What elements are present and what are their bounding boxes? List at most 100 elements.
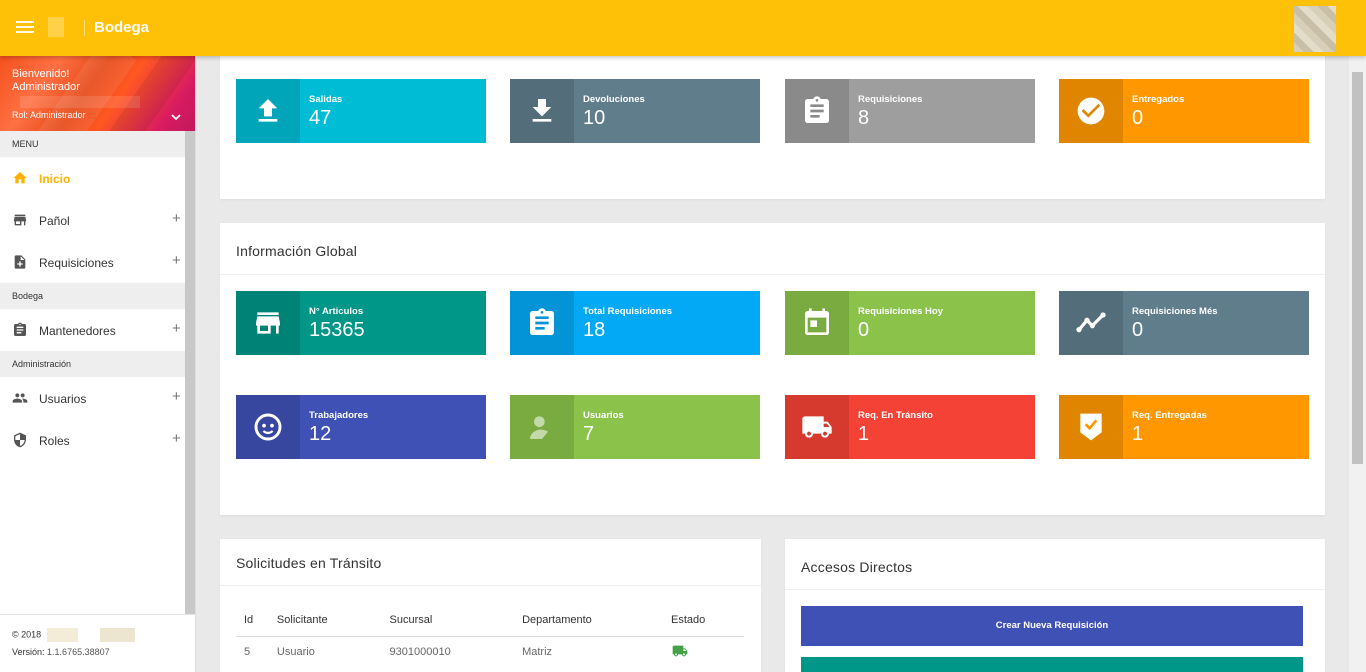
column-header[interactable]: Sucursal: [381, 605, 515, 637]
sidebar-scrollbar[interactable]: [185, 131, 195, 615]
tile-salidas[interactable]: Salidas 47: [236, 79, 486, 143]
tile-devoluciones[interactable]: Devoluciones 10: [510, 79, 760, 143]
tile-label: Requisiciones: [858, 94, 923, 105]
sidebar-item-requisiciones[interactable]: Requisiciones +: [0, 241, 195, 283]
expand-plus-icon[interactable]: +: [172, 210, 181, 227]
sidebar-item-panol[interactable]: Pañol +: [0, 199, 195, 241]
sidebar-item-mantenedores[interactable]: Mantenedores +: [0, 309, 195, 351]
check-circle-icon: [1077, 97, 1105, 125]
column-header[interactable]: Id: [236, 605, 269, 637]
column-header[interactable]: Estado: [663, 605, 744, 637]
tile-label: Req. Entregadas: [1132, 410, 1207, 421]
sidebar-item-inicio[interactable]: Inicio: [0, 157, 195, 199]
tile-value: 0: [1132, 107, 1144, 129]
card-title: Información Global: [236, 243, 358, 259]
brand-title[interactable]: Bodega: [94, 19, 149, 36]
expand-plus-icon[interactable]: +: [172, 252, 181, 269]
tile-usuarios[interactable]: Usuarios 7: [510, 395, 760, 459]
tile-label: Entregados: [1132, 94, 1185, 105]
sidebar-item-roles[interactable]: Roles +: [0, 419, 195, 461]
card-title: Accesos Directos: [801, 559, 913, 575]
tile-value: 8: [858, 107, 870, 129]
column-header[interactable]: Departamento: [514, 605, 663, 637]
tile-requisiciones-mes[interactable]: Requisiciones Més 0: [1059, 291, 1309, 355]
face-icon: [254, 413, 282, 441]
tile-label: Salidas: [309, 94, 343, 105]
chevron-down-icon[interactable]: [171, 112, 181, 122]
sidebar-item-usuarios[interactable]: Usuarios +: [0, 377, 195, 419]
people-icon: [12, 393, 28, 403]
tile-value: 1: [858, 423, 870, 445]
clipboard-icon: [805, 96, 829, 123]
app-logo: [48, 17, 64, 37]
shortcut-button-2[interactable]: [801, 657, 1303, 672]
tile-label: Trabajadores: [309, 410, 369, 421]
company-name-blurred: [47, 628, 136, 642]
clipboard-icon: [530, 308, 554, 335]
table-row[interactable]: 5 Usuario 9301000010 Matriz: [236, 636, 744, 668]
calendar-icon: [805, 308, 829, 335]
expand-plus-icon[interactable]: +: [172, 320, 181, 337]
column-header[interactable]: Solicitante: [268, 605, 382, 637]
table-header-row: Id Solicitante Sucursal Departamento Est…: [236, 605, 744, 637]
user-panel: Bienvenido! Administrador Rol: Administr…: [0, 56, 195, 131]
sidebar-item-label: Inicio: [39, 172, 71, 186]
expand-plus-icon[interactable]: +: [172, 388, 181, 405]
upload-icon: [258, 99, 278, 122]
sidebar-item-label: Requisiciones: [39, 256, 114, 270]
expand-plus-icon[interactable]: +: [172, 430, 181, 447]
menu-section-header: Administración: [0, 351, 195, 377]
tile-label: Requisiciones Més: [1132, 306, 1218, 317]
user-avatar[interactable]: [1294, 6, 1336, 52]
tile-value: 12: [309, 423, 332, 445]
sidebar-item-label: Roles: [39, 434, 70, 448]
tile-req-en-transito[interactable]: Req. En Tránsito 1: [785, 395, 1035, 459]
tile-label: Devoluciones: [583, 94, 645, 105]
store-icon: [14, 214, 26, 226]
tile-articulos[interactable]: N° Articulos 15365: [236, 291, 486, 355]
badge-check-icon: [1080, 413, 1102, 441]
cell-sucursal: 9301000010: [389, 646, 451, 659]
tile-req-entregadas[interactable]: Req. Entregadas 1: [1059, 395, 1309, 459]
tile-trabajadores[interactable]: Trabajadores 12: [236, 395, 486, 459]
page-scrollbar[interactable]: [1349, 56, 1366, 672]
transit-table: Id Solicitante Sucursal Departamento Est…: [236, 605, 744, 668]
doc-add-icon: [14, 255, 26, 269]
scrollbar-thumb[interactable]: [1352, 72, 1363, 464]
tile-total-requisiciones[interactable]: Total Requisiciones 18: [510, 291, 760, 355]
shortcuts-card: Accesos Directos Crear Nueva Requisición: [785, 539, 1325, 672]
tile-value: 0: [858, 319, 870, 341]
download-icon: [532, 99, 552, 122]
truck-icon[interactable]: [671, 643, 689, 659]
sidebar-item-label: Pañol: [39, 214, 70, 228]
tile-value: 15365: [309, 319, 365, 341]
brand-divider: [84, 20, 85, 36]
version-number: 1.1.6765.38807: [47, 647, 110, 657]
cell-departamento: Matriz: [522, 646, 553, 659]
global-info-card: Información Global N° Articulos 15365 To…: [220, 223, 1325, 515]
menu-section-header: MENU: [0, 131, 195, 157]
tile-label: N° Articulos: [309, 306, 364, 317]
store-icon: [256, 312, 280, 334]
version-label: Versión:: [12, 647, 45, 657]
tile-value: 10: [583, 107, 606, 129]
clipboard-icon: [14, 322, 26, 336]
user-name: Administrador: [12, 81, 80, 93]
top-bar: Bodega: [0, 0, 1366, 56]
tile-entregados[interactable]: Entregados 0: [1059, 79, 1309, 143]
transit-requests-card: Solicitudes en Tránsito Id Solicitante S…: [220, 539, 761, 672]
summary-card: Salidas 47 Devoluciones 10 Requisiciones…: [220, 56, 1325, 199]
user-email-blurred: [20, 96, 140, 108]
tile-requisiciones-hoy[interactable]: Requisiciones Hoy 0: [785, 291, 1035, 355]
sidebar-item-label: Mantenedores: [39, 324, 116, 338]
create-requisition-button[interactable]: Crear Nueva Requisición: [801, 606, 1303, 646]
sidebar: Bienvenido! Administrador Rol: Administr…: [0, 56, 196, 672]
tile-requisiciones[interactable]: Requisiciones 8: [785, 79, 1035, 143]
cell-solicitante: Usuario: [276, 646, 315, 659]
tile-label: Usuarios: [583, 410, 624, 421]
tile-value: 1: [1132, 423, 1144, 445]
tile-value: 18: [583, 319, 606, 341]
sidebar-item-label: Usuarios: [39, 392, 87, 406]
tile-value: 47: [309, 107, 332, 129]
hamburger-menu-icon[interactable]: [14, 18, 36, 38]
